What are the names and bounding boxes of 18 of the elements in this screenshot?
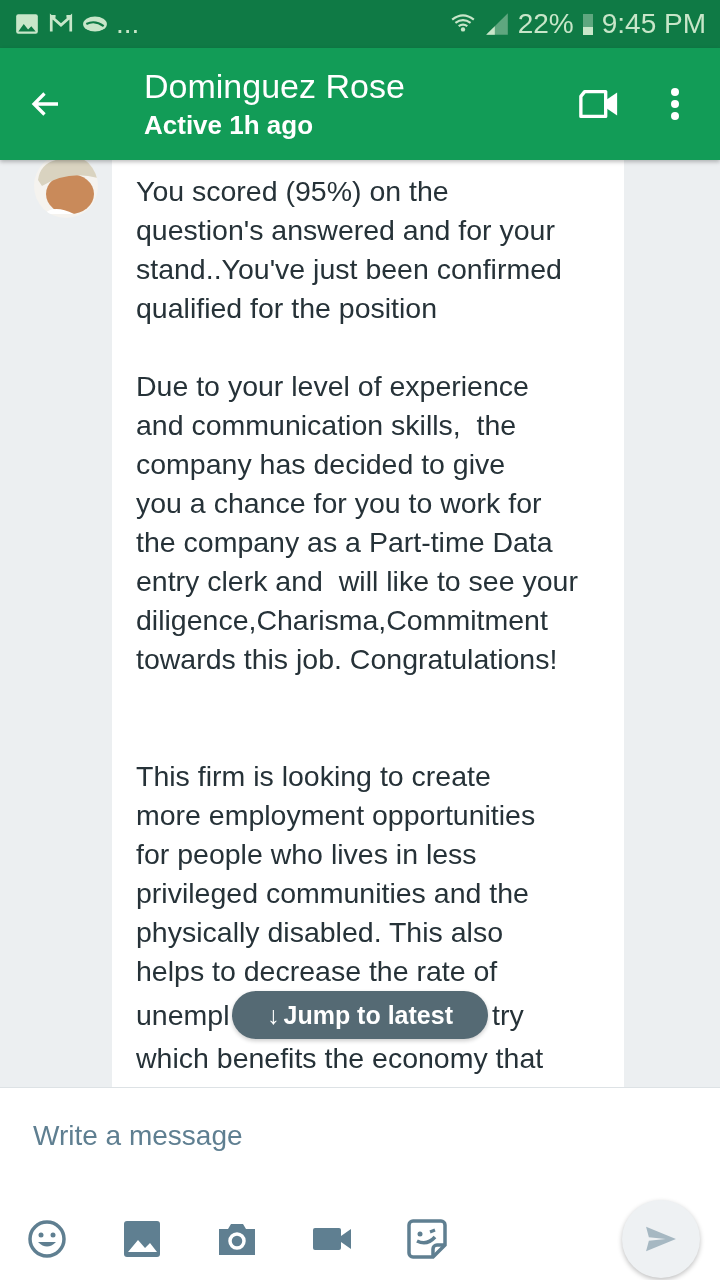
battery-percent: 22%: [517, 8, 574, 40]
jump-to-latest-button[interactable]: ↓ Jump to latest: [232, 991, 488, 1039]
message-text: which benefits the economy that: [135, 1041, 545, 1076]
video-call-icon[interactable]: [578, 88, 620, 120]
gallery-icon: [14, 11, 40, 37]
send-icon: [644, 1225, 678, 1253]
more-notifications: ...: [116, 8, 140, 40]
clock-time: 9:45 PM: [601, 8, 706, 40]
message-text: try: [491, 998, 524, 1032]
image-icon[interactable]: [122, 1219, 162, 1259]
more-options-icon[interactable]: [670, 87, 680, 121]
battery-icon: [581, 12, 594, 36]
contact-name: Dominguez Rose: [144, 67, 406, 106]
emoji-icon[interactable]: [27, 1219, 67, 1259]
message-text: unempl: [135, 998, 231, 1032]
sticker-icon[interactable]: [407, 1219, 447, 1259]
signal-icon: [483, 11, 510, 37]
active-status: Active 1h ago: [144, 110, 315, 141]
